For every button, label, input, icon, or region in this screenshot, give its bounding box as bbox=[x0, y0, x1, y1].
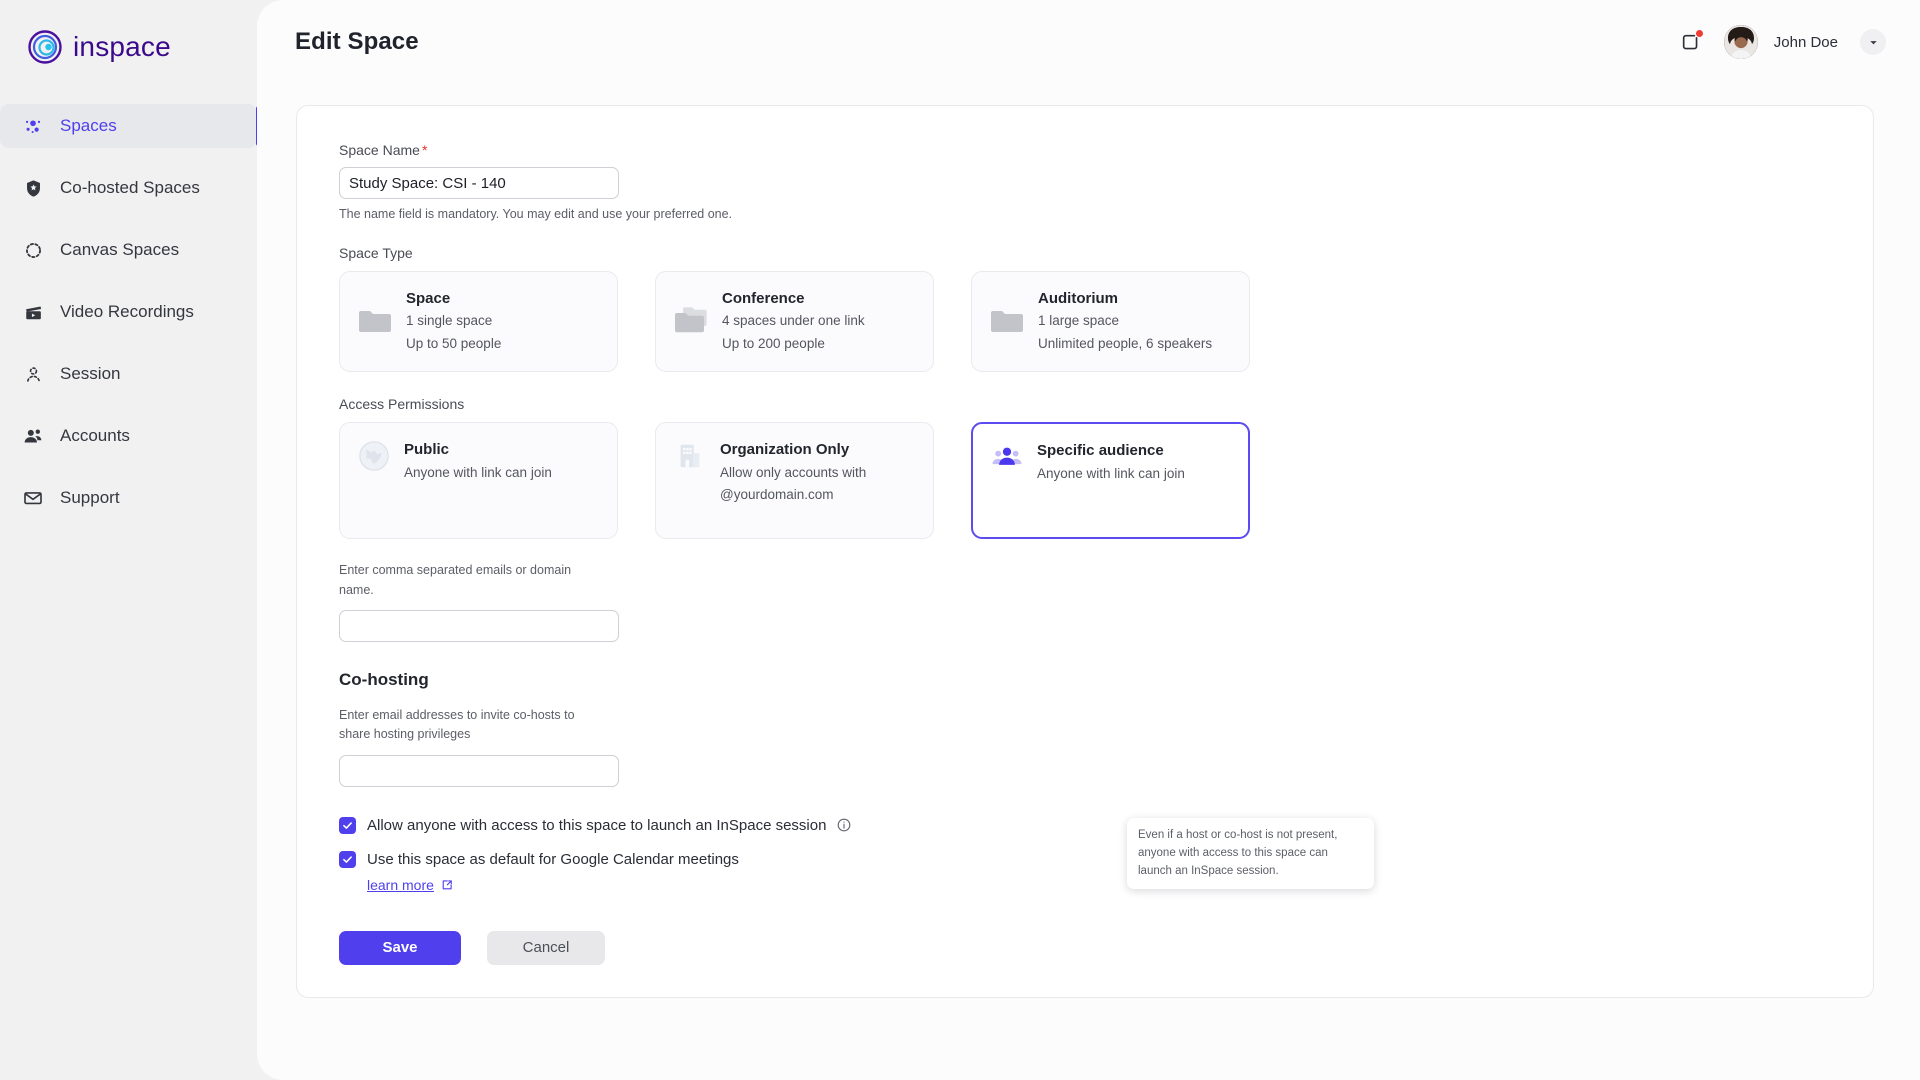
sidebar-item-label: Accounts bbox=[60, 426, 130, 445]
option-line2: Up to 50 people bbox=[406, 335, 502, 351]
space-name-helper: The name field is mandatory. You may edi… bbox=[339, 207, 733, 221]
inspace-spiral-logo-icon bbox=[28, 30, 62, 64]
sidebar-item-canvas-spaces[interactable]: Canvas Spaces bbox=[0, 228, 257, 272]
option-line2: @yourdomain.com bbox=[720, 487, 834, 503]
sidebar-item-support[interactable]: Support bbox=[0, 476, 257, 520]
sidebar-item-label: Video Recordings bbox=[60, 302, 194, 321]
cohosting-emails-input[interactable] bbox=[339, 754, 619, 787]
access-permissions-options: Public Anyone with link can join Organiz… bbox=[339, 422, 1873, 540]
folder-single-icon bbox=[990, 307, 1024, 337]
access-option-public[interactable]: Public Anyone with link can join bbox=[339, 422, 618, 540]
space-type-option-conference[interactable]: Conference 4 spaces under one link Up to… bbox=[655, 271, 934, 373]
info-circle-icon[interactable] bbox=[837, 818, 851, 832]
sidebar-item-label: Spaces bbox=[60, 116, 117, 135]
spaces-dots-icon bbox=[22, 115, 44, 137]
edit-space-form-card: Space Name* The name field is mandatory.… bbox=[296, 105, 1874, 998]
page-title: Edit Space bbox=[295, 28, 419, 55]
canvas-circle-icon bbox=[22, 239, 44, 261]
option-title: Public bbox=[404, 441, 450, 459]
option-title: Auditorium bbox=[1038, 290, 1118, 307]
brand-logo[interactable]: inspace bbox=[0, 0, 257, 64]
external-link-icon bbox=[442, 880, 452, 890]
access-permissions-label: Access Permissions bbox=[339, 396, 465, 413]
required-marker: * bbox=[421, 142, 428, 158]
globe-icon bbox=[358, 440, 390, 472]
space-name-input[interactable] bbox=[339, 167, 619, 199]
audience-input-helper: Enter comma separated emails or domain n… bbox=[339, 563, 572, 597]
brand-name: inspace bbox=[73, 31, 171, 62]
space-type-option-auditorium[interactable]: Auditorium 1 large space Unlimited peopl… bbox=[971, 271, 1250, 373]
tooltip-launch-session: Even if a host or co-host is not present… bbox=[1127, 818, 1374, 890]
checkbox-label: Allow anyone with access to this space t… bbox=[367, 816, 827, 834]
option-line1: Anyone with link can join bbox=[404, 464, 552, 480]
sidebar-item-session[interactable]: Session bbox=[0, 352, 257, 396]
shield-star-icon bbox=[22, 177, 44, 199]
option-title: Specific audience bbox=[1037, 442, 1164, 460]
sidebar-item-label: Canvas Spaces bbox=[60, 240, 180, 259]
option-line1: Allow only accounts with bbox=[720, 464, 867, 480]
form-actions: Save Cancel bbox=[339, 930, 1873, 965]
chevron-down-icon bbox=[1869, 40, 1877, 44]
option-line1: Anyone with link can join bbox=[1037, 465, 1185, 481]
option-title: Conference bbox=[722, 290, 805, 307]
sidebar: inspace Spaces Co-hosted Spaces Canvas S… bbox=[0, 0, 261, 1080]
option-line1: 1 large space bbox=[1038, 313, 1120, 329]
checkmark-icon bbox=[343, 822, 352, 829]
checkbox-label: Use this space as default for Google Cal… bbox=[367, 850, 739, 868]
option-line1: 4 spaces under one link bbox=[722, 313, 865, 329]
checkbox-allow-launch-session[interactable] bbox=[339, 816, 356, 834]
option-title: Organization Only bbox=[720, 441, 850, 459]
sidebar-item-video-recordings[interactable]: Video Recordings bbox=[0, 290, 257, 334]
option-line1: 1 single space bbox=[406, 313, 493, 329]
sidebar-item-label: Support bbox=[60, 488, 120, 507]
clapperboard-icon bbox=[22, 301, 44, 323]
avatar[interactable] bbox=[1723, 25, 1758, 59]
sidebar-item-label: Co-hosted Spaces bbox=[60, 178, 200, 197]
sidebar-item-spaces[interactable]: Spaces bbox=[0, 104, 261, 148]
cohosting-helper: Enter email addresses to invite co-hosts… bbox=[339, 708, 575, 742]
folder-stack-icon bbox=[674, 307, 708, 337]
audience-emails-input[interactable] bbox=[339, 610, 619, 643]
option-line2: Up to 200 people bbox=[722, 335, 825, 351]
main-content: Edit Space John Doe Space Name * Study S… bbox=[257, 0, 1920, 1080]
session-person-dashed-icon bbox=[22, 363, 44, 385]
sidebar-item-label: Session bbox=[60, 364, 121, 383]
envelope-icon bbox=[22, 487, 44, 509]
notification-badge-dot bbox=[1694, 29, 1704, 38]
space-name-label: Space Name * bbox=[339, 142, 428, 158]
learn-more-link[interactable]: learn more bbox=[367, 877, 453, 893]
space-type-options: Space 1 single space Up to 50 people Con… bbox=[339, 271, 1873, 373]
checkmark-icon bbox=[343, 856, 352, 863]
access-option-organization-only[interactable]: Organization Only Allow only accounts wi… bbox=[655, 422, 934, 540]
cohosting-title: Co-hosting bbox=[339, 670, 429, 690]
accounts-people-icon bbox=[22, 425, 44, 447]
topbar: Edit Space John Doe bbox=[257, 0, 1920, 84]
sidebar-nav: Spaces Co-hosted Spaces Canvas Spaces Vi… bbox=[0, 104, 261, 520]
sidebar-item-co-hosted-spaces[interactable]: Co-hosted Spaces bbox=[0, 166, 257, 210]
topbar-right: John Doe bbox=[1674, 25, 1886, 59]
folder-single-icon bbox=[358, 307, 392, 337]
save-button[interactable]: Save bbox=[339, 930, 461, 965]
user-name: John Doe bbox=[1773, 33, 1838, 51]
user-menu-button[interactable] bbox=[1860, 29, 1886, 55]
checkbox-row-launch-session: Allow anyone with access to this space t… bbox=[339, 816, 1873, 834]
cancel-button[interactable]: Cancel bbox=[487, 930, 605, 965]
option-line2: Unlimited people, 6 speakers bbox=[1038, 335, 1213, 351]
sidebar-item-accounts[interactable]: Accounts bbox=[0, 414, 257, 458]
people-group-icon bbox=[991, 441, 1023, 473]
space-type-label: Space Type bbox=[339, 245, 413, 261]
access-option-specific-audience[interactable]: Specific audience Anyone with link can j… bbox=[971, 422, 1250, 540]
app-root: inspace Spaces Co-hosted Spaces Canvas S… bbox=[0, 0, 1920, 1080]
checkbox-row-google-calendar: Use this space as default for Google Cal… bbox=[339, 850, 1873, 868]
option-title: Space bbox=[406, 290, 451, 307]
building-icon bbox=[674, 440, 706, 472]
checkbox-google-calendar-default[interactable] bbox=[339, 850, 356, 868]
space-type-option-space[interactable]: Space 1 single space Up to 50 people bbox=[339, 271, 618, 373]
notification-button[interactable] bbox=[1674, 25, 1708, 59]
learn-more-label: learn more bbox=[367, 876, 434, 893]
